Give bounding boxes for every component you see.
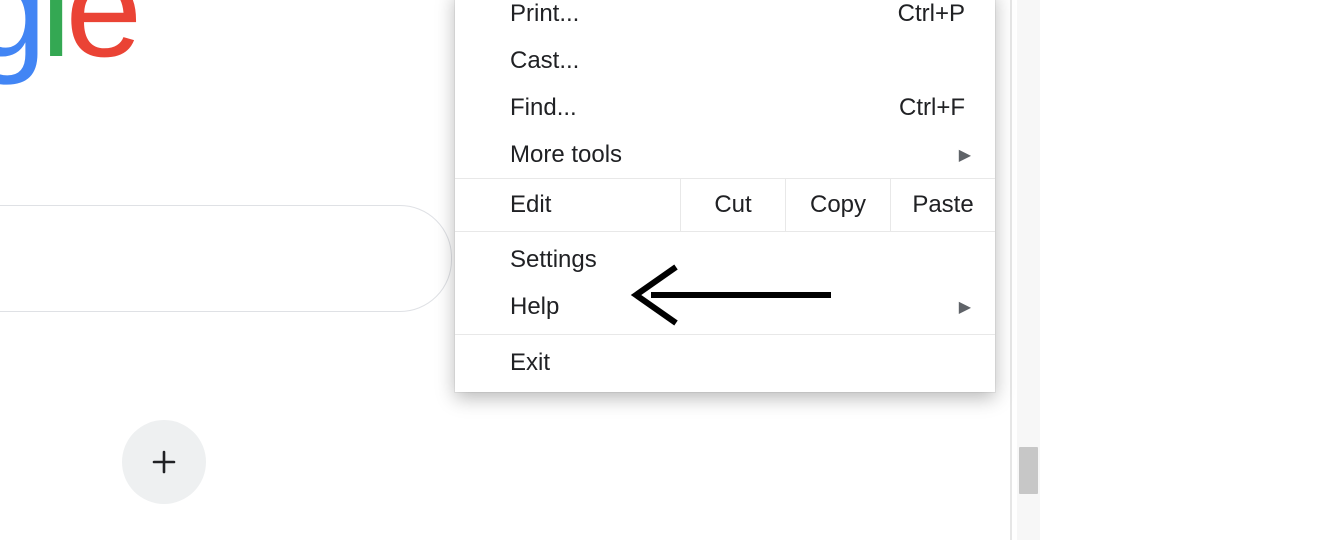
google-logo: gle <box>0 0 142 78</box>
edit-paste-button[interactable]: Paste <box>890 179 995 231</box>
logo-letter-g: g <box>0 0 41 86</box>
search-input[interactable] <box>0 205 452 312</box>
scrollbar-thumb[interactable] <box>1019 447 1038 494</box>
menu-label: Help <box>510 293 959 321</box>
content-divider <box>1010 0 1012 540</box>
add-shortcut-button[interactable] <box>122 420 206 504</box>
menu-label: Paste <box>912 191 973 219</box>
menu-separator <box>455 334 995 335</box>
chrome-overflow-menu: Print... Ctrl+P Cast... Find... Ctrl+F M… <box>455 0 995 392</box>
menu-item-find[interactable]: Find... Ctrl+F <box>455 84 995 131</box>
menu-item-more-tools[interactable]: More tools ▶ <box>455 131 995 178</box>
menu-item-cast[interactable]: Cast... <box>455 37 995 84</box>
menu-item-print[interactable]: Print... Ctrl+P <box>455 0 995 37</box>
menu-label: Print... <box>510 0 898 28</box>
menu-label: Find... <box>510 94 899 122</box>
menu-label: Cut <box>714 191 751 219</box>
chevron-right-icon: ▶ <box>959 145 971 165</box>
menu-item-help[interactable]: Help ▶ <box>455 283 995 330</box>
menu-label: More tools <box>510 141 959 169</box>
menu-label: Edit <box>510 191 551 219</box>
menu-label: Settings <box>510 246 965 274</box>
plus-icon <box>150 448 178 476</box>
edit-copy-button[interactable]: Copy <box>785 179 890 231</box>
menu-shortcut: Ctrl+P <box>898 0 965 28</box>
menu-item-exit[interactable]: Exit <box>455 339 995 386</box>
chevron-right-icon: ▶ <box>959 297 971 317</box>
logo-letter-l: l <box>41 0 66 86</box>
menu-shortcut: Ctrl+F <box>899 94 965 122</box>
menu-edit-label: Edit <box>455 179 680 231</box>
menu-label: Copy <box>810 191 866 219</box>
menu-item-settings[interactable]: Settings <box>455 236 995 283</box>
logo-letter-e: e <box>65 0 142 86</box>
menu-label: Cast... <box>510 47 965 75</box>
menu-edit-row: Edit Cut Copy Paste <box>455 178 995 232</box>
vertical-scrollbar[interactable] <box>1017 0 1040 540</box>
menu-label: Exit <box>510 349 965 377</box>
edit-cut-button[interactable]: Cut <box>680 179 785 231</box>
